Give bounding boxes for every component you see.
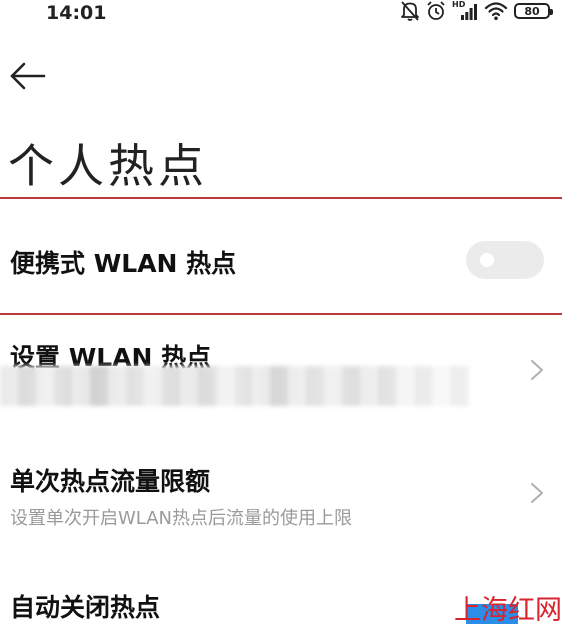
data-limit-row[interactable]: 单次热点流量限额 设置单次开启WLAN热点后流量的使用上限	[0, 444, 562, 544]
highlight-line-top	[0, 197, 562, 199]
status-time: 14:01	[46, 2, 107, 24]
data-limit-description: 设置单次开启WLAN热点后流量的使用上限	[10, 508, 353, 529]
auto-off-label: 自动关闭热点	[10, 593, 161, 622]
data-limit-label: 单次热点流量限额	[10, 467, 211, 496]
status-icons: HD 80	[400, 0, 553, 22]
battery-level: 80	[524, 4, 540, 18]
arrow-left-icon	[10, 62, 46, 90]
chevron-right-icon	[531, 360, 543, 380]
wifi-icon	[484, 2, 508, 21]
back-button[interactable]	[8, 58, 48, 94]
hd-signal-icon: HD	[452, 0, 478, 22]
portable-hotspot-toggle[interactable]	[466, 241, 544, 279]
hotspot-name-blurred	[0, 366, 470, 406]
page-title: 个人热点	[8, 139, 208, 193]
alarm-icon	[427, 1, 445, 20]
toggle-knob	[480, 253, 494, 267]
highlight-line-bottom	[0, 313, 562, 315]
chevron-right-icon	[531, 483, 543, 503]
signal-bars-icon	[461, 4, 477, 20]
battery-icon: 80	[514, 3, 553, 19]
status-bar: 14:01 HD 80	[0, 0, 562, 30]
watermark-logo: 上海红网	[454, 595, 562, 626]
bell-muted-icon	[401, 1, 419, 21]
portable-hotspot-label: 便携式 WLAN 热点	[10, 249, 237, 278]
